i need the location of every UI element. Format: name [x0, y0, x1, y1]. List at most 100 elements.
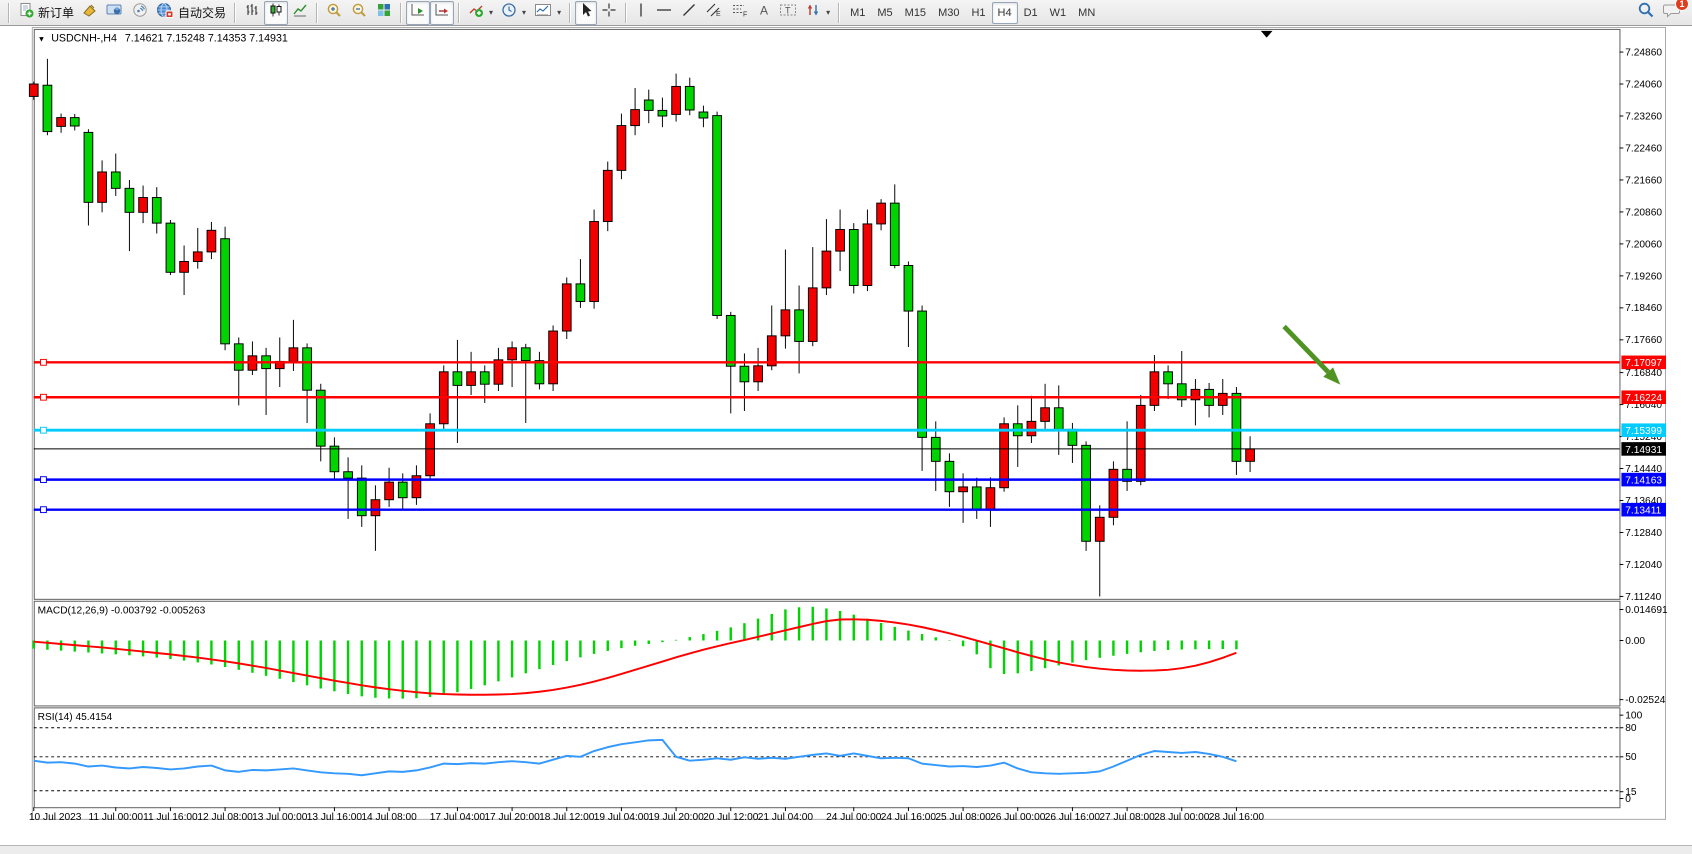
- svg-text:7.19260: 7.19260: [1625, 271, 1662, 282]
- svg-text:17 Jul 04:00: 17 Jul 04:00: [430, 812, 486, 823]
- toolbar-separator: [569, 3, 571, 23]
- toolbar-separator: [400, 3, 402, 23]
- svg-text:20 Jul 12:00: 20 Jul 12:00: [703, 812, 759, 823]
- svg-text:F: F: [743, 12, 747, 19]
- cursor-icon: [579, 2, 593, 23]
- svg-text:27 Jul 08:00: 27 Jul 08:00: [1099, 812, 1155, 823]
- timeframe-H1[interactable]: H1: [965, 2, 991, 24]
- svg-text:7.12840: 7.12840: [1625, 528, 1662, 539]
- signals-button[interactable]: [128, 1, 152, 25]
- candle: [590, 222, 599, 302]
- notification-badge: 1: [1675, 0, 1689, 11]
- new-order-icon: [18, 2, 34, 23]
- status-bar: [0, 845, 1692, 854]
- zoom-in-button[interactable]: [322, 1, 347, 25]
- candle: [754, 366, 763, 382]
- candle: [125, 188, 134, 212]
- svg-text:A: A: [760, 4, 768, 18]
- candle: [644, 100, 653, 110]
- templates-icon: [534, 2, 552, 23]
- text-label-button[interactable]: T: [775, 1, 801, 25]
- hline-anchor[interactable]: [41, 427, 47, 433]
- indicators-button[interactable]: ▾: [464, 1, 497, 25]
- candle: [535, 361, 544, 384]
- autotrading-icon: [156, 2, 174, 23]
- autotrading-button[interactable]: 自动交易: [152, 1, 230, 25]
- new-order-button[interactable]: 新订单: [14, 1, 78, 25]
- timeframe-W1[interactable]: W1: [1044, 2, 1073, 24]
- svg-text:100: 100: [1625, 711, 1642, 722]
- hline-anchor[interactable]: [41, 507, 47, 513]
- timeframe-M5[interactable]: M5: [871, 2, 898, 24]
- auto-scroll-button[interactable]: [406, 1, 430, 25]
- equidistant-channel-button[interactable]: E: [701, 1, 727, 25]
- trendline-button[interactable]: [677, 1, 701, 25]
- clock-icon: [501, 2, 517, 23]
- alerts-button[interactable]: [78, 1, 102, 25]
- hline-anchor[interactable]: [41, 394, 47, 400]
- svg-text:7.21660: 7.21660: [1625, 175, 1662, 186]
- candle: [863, 224, 872, 286]
- vertical-line-button[interactable]: [631, 1, 651, 25]
- svg-text:7.20060: 7.20060: [1625, 239, 1662, 250]
- text-button[interactable]: A: [753, 1, 775, 25]
- macd-label: MACD(12,26,9) -0.003792 -0.005263: [38, 605, 206, 616]
- timeframe-M30[interactable]: M30: [932, 2, 965, 24]
- chart-canvas[interactable]: 7.248607.240607.232607.224607.216607.208…: [0, 26, 1692, 846]
- horizontal-line-icon: [655, 2, 673, 23]
- periods-button[interactable]: ▾: [497, 1, 530, 25]
- cursor-button[interactable]: [575, 1, 597, 25]
- timeframe-M1[interactable]: M1: [844, 2, 871, 24]
- timeframe-toolbar: M1M5M15M30H1H4D1W1MN: [844, 2, 1101, 24]
- svg-text:0.014691: 0.014691: [1625, 605, 1668, 616]
- svg-text:26 Jul 16:00: 26 Jul 16:00: [1045, 812, 1101, 823]
- candle: [234, 344, 243, 370]
- svg-text:18 Jul 12:00: 18 Jul 12:00: [539, 812, 595, 823]
- fibonacci-button[interactable]: F: [727, 1, 753, 25]
- main-panel: [34, 29, 1620, 599]
- hline-anchor[interactable]: [41, 477, 47, 483]
- svg-text:7.13411: 7.13411: [1625, 506, 1661, 517]
- timeframe-H4[interactable]: H4: [992, 2, 1018, 24]
- horizontal-line-button[interactable]: [651, 1, 677, 25]
- svg-text:7.24060: 7.24060: [1625, 79, 1662, 90]
- candle: [221, 239, 230, 344]
- rsi-label: RSI(14) 45.4154: [38, 712, 113, 723]
- timeframe-M15[interactable]: M15: [899, 2, 932, 24]
- candlestick-chart-button[interactable]: [264, 1, 288, 25]
- candle: [972, 487, 981, 509]
- candle: [672, 86, 681, 114]
- candle: [713, 116, 722, 316]
- timeframe-MN[interactable]: MN: [1072, 2, 1101, 24]
- candle: [193, 252, 202, 262]
- candle: [740, 366, 749, 382]
- candle: [1095, 517, 1104, 541]
- candle: [699, 112, 708, 118]
- crosshair-button[interactable]: [597, 1, 621, 25]
- tile-windows-button[interactable]: [372, 1, 396, 25]
- chart-shift-button[interactable]: [430, 1, 454, 25]
- search-icon[interactable]: [1637, 1, 1655, 24]
- crosshair-icon: [601, 2, 617, 23]
- bar-chart-button[interactable]: [240, 1, 264, 25]
- chart-area[interactable]: 7.248607.240607.232607.224607.216607.208…: [0, 26, 1692, 846]
- hline-anchor[interactable]: [41, 359, 47, 365]
- candle: [371, 500, 380, 516]
- candle: [726, 315, 735, 366]
- symbol-dropdown-icon[interactable]: ▼: [38, 35, 46, 44]
- arrows-button[interactable]: ▾: [801, 1, 834, 25]
- candle: [1068, 429, 1077, 445]
- svg-text:7.15399: 7.15399: [1625, 426, 1662, 437]
- notifications-button[interactable]: 1: [1663, 2, 1682, 24]
- line-chart-button[interactable]: [288, 1, 312, 25]
- candle: [1000, 424, 1009, 488]
- candle: [918, 311, 927, 437]
- candle: [166, 223, 175, 272]
- timeframe-D1[interactable]: D1: [1018, 2, 1044, 24]
- zoom-out-icon: [351, 2, 368, 23]
- zoom-out-button[interactable]: [347, 1, 372, 25]
- text-icon: A: [757, 2, 771, 23]
- templates-button[interactable]: ▾: [530, 1, 565, 25]
- community-button[interactable]: [102, 1, 128, 25]
- candle: [890, 203, 899, 265]
